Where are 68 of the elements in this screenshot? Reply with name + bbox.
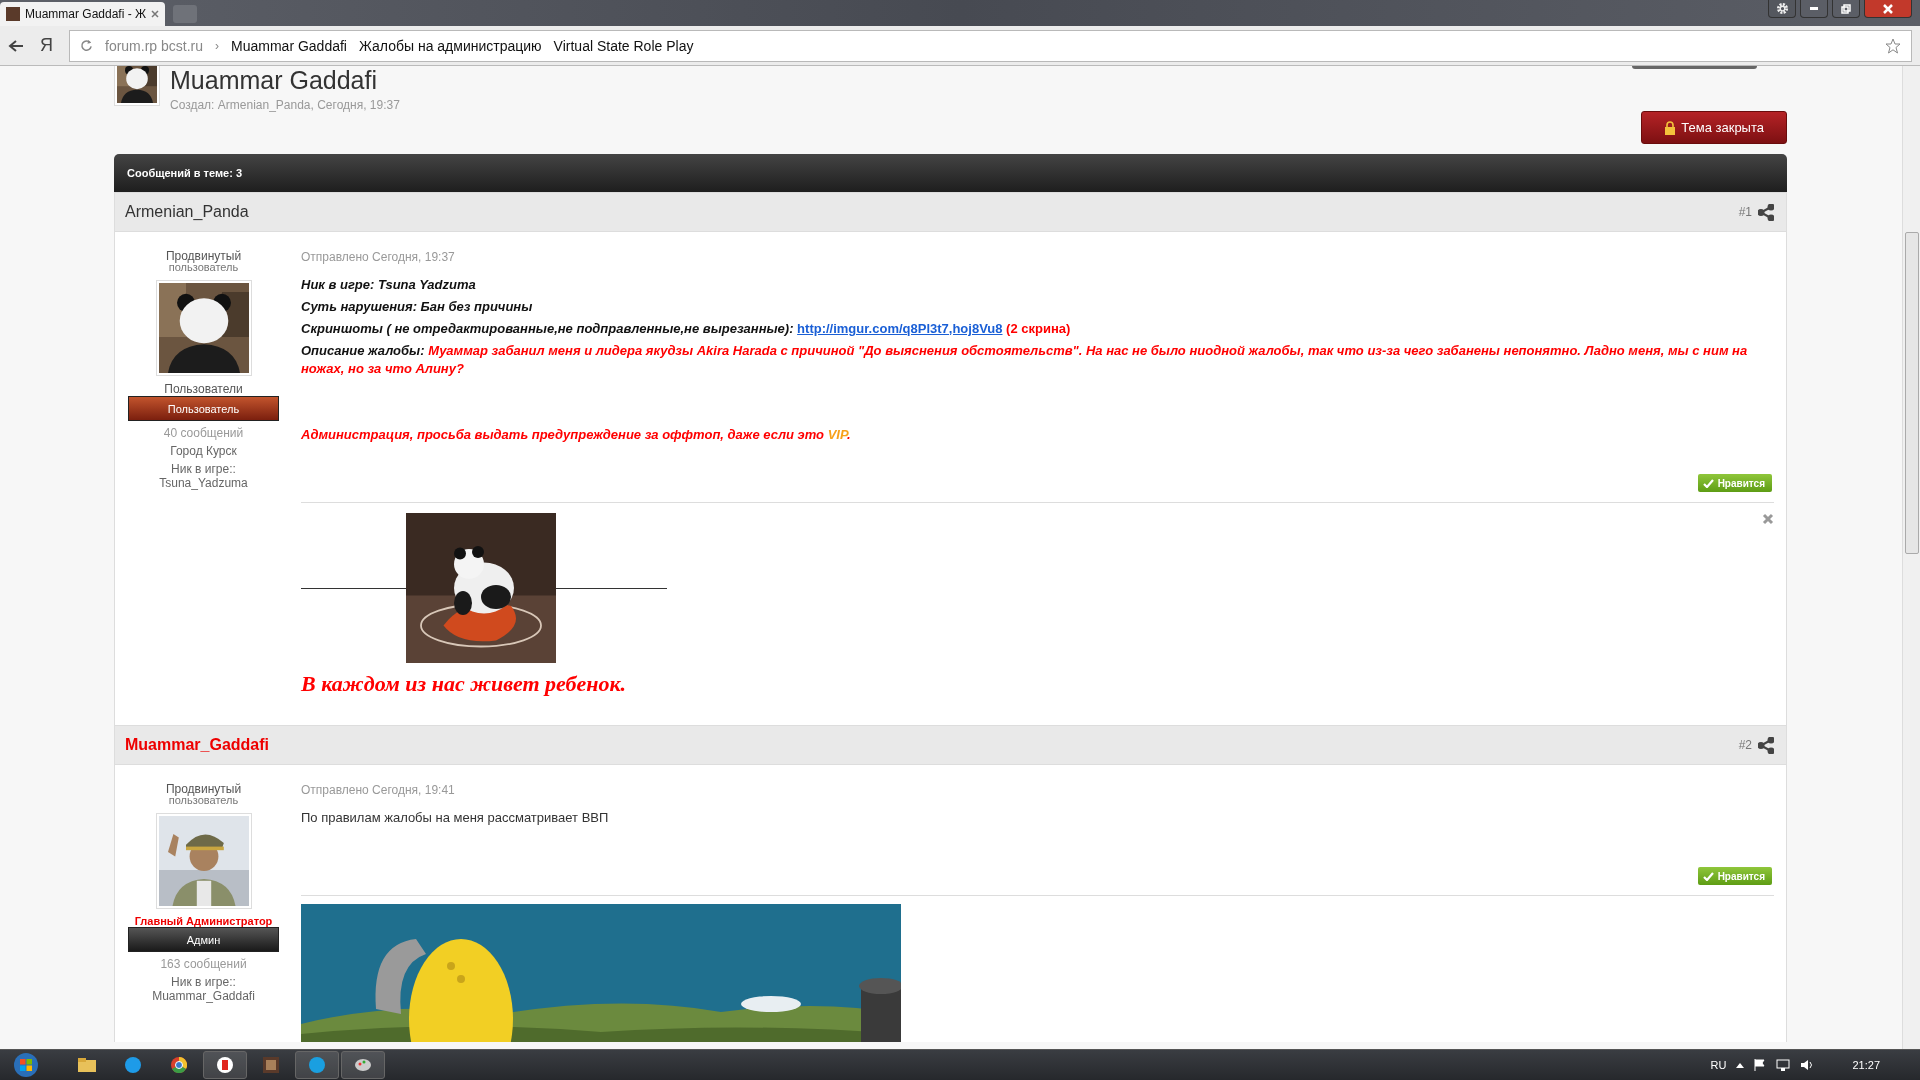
thread-title: Muammar Gaddafi <box>170 66 379 94</box>
author-name[interactable]: Armenian_Panda <box>125 203 249 221</box>
taskbar-button[interactable] <box>203 1051 247 1079</box>
post-number[interactable]: #1 <box>1738 205 1752 219</box>
folder-icon[interactable] <box>78 1058 96 1072</box>
home-button[interactable]: Я <box>34 35 59 56</box>
share-icon[interactable] <box>1758 736 1774 754</box>
app-icon <box>217 1057 233 1073</box>
star-icon[interactable] <box>1885 37 1901 54</box>
settings-button[interactable] <box>1768 0 1796 18</box>
close-icon <box>1882 3 1894 14</box>
scrollbar[interactable] <box>1902 66 1920 1050</box>
post-text: Администрация, просьба выдать предупреждение за оффтоп, даже если это VIP. <box>301 426 852 444</box>
minimize-icon <box>1810 7 1818 10</box>
screenshot-link[interactable]: http://imgur.com/q8Pl3t7,hoj8Vu8 <box>797 321 1003 336</box>
user-rank: Продвинутый <box>165 783 242 795</box>
message-count: Сообщений в теме: 3 <box>127 167 243 179</box>
check-icon <box>1702 478 1714 488</box>
restore-button[interactable] <box>1832 0 1860 18</box>
post-date: Отправлено Сегодня, 19:41 <box>301 783 456 797</box>
minimize-button[interactable] <box>1800 0 1828 18</box>
user-rank: пользователь <box>168 262 239 273</box>
user-rank: Продвинутый <box>165 250 242 262</box>
speaker-icon[interactable] <box>1800 1059 1815 1071</box>
group-badge: Админ <box>128 927 279 952</box>
up-arrow-icon[interactable] <box>1736 1062 1745 1068</box>
language-indicator[interactable]: RU <box>1710 1059 1727 1071</box>
close-icon[interactable] <box>151 10 159 18</box>
lock-icon <box>1664 120 1677 135</box>
back-icon[interactable] <box>8 38 24 53</box>
author-name[interactable]: Muammar_Gaddafi <box>125 736 270 754</box>
app-icon[interactable] <box>125 1057 141 1073</box>
user-group: Главный Администратор <box>134 915 273 927</box>
app-icon <box>309 1057 325 1073</box>
post-number[interactable]: #2 <box>1738 738 1752 752</box>
message-count: 40 сообщений <box>163 426 244 440</box>
post-text: Суть нарушения: Бан без причины <box>301 298 534 316</box>
close-icon[interactable] <box>1762 513 1774 525</box>
profile-field: Ник в игре:: Muammar_Gaddafi <box>133 975 274 1003</box>
browser-tab[interactable]: Muammar Gaddafi - Ж <box>0 2 165 26</box>
restore-icon <box>1841 3 1851 14</box>
signature-text: В каждом из нас живет ребенок. <box>301 671 628 698</box>
clock[interactable]: 21:27 <box>1852 1059 1880 1071</box>
picture-icon[interactable] <box>263 1057 279 1073</box>
message-count: 163 сообщений <box>160 957 247 971</box>
browser-icon[interactable] <box>171 1057 187 1073</box>
post-text: По правилам жалобы на меня рассматривает ВВП <box>301 809 610 827</box>
profile-field: Город Курск <box>133 444 274 458</box>
gear-icon <box>1775 2 1789 15</box>
share-icon[interactable] <box>1758 203 1774 221</box>
thread-meta: Создал: Armenian_Panda, Сегодня, 19:37 <box>170 98 400 112</box>
post-text: Описание жалобы: Муаммар забанил меня и лидера якудзы Akira Harada с причиной "До выяснения обстоятельств". На нас не было ниодной жалобы, так что из-за чего забанены непонятно. Ладно меня, мы с ним на ножах, но за что Алину? <box>301 342 1749 378</box>
post-text: Скриншоты ( не отредактированные,не подправленные,не вырезанные): http://imgur.com/q8Pl3t7,hoj8Vu8 (2 скрина) <box>301 320 1072 338</box>
thread-closed-button[interactable]: Тема закрыта <box>1641 111 1787 144</box>
flag-icon[interactable] <box>1754 1059 1767 1071</box>
post-date: Отправлено Сегодня, 19:37 <box>301 250 456 264</box>
close-button[interactable] <box>1864 0 1912 18</box>
user-group: Пользователи <box>164 382 243 396</box>
check-icon <box>1702 871 1714 881</box>
taskbar-button[interactable] <box>341 1051 385 1079</box>
address-bar[interactable]: forum.rp bcst.ru › Muammar Gaddafi Жалобы на администрацию Virtual State Role Play <box>69 29 1912 62</box>
reload-icon[interactable] <box>80 39 93 52</box>
profile-field: Ник в игре:: Tsuna_Yadzuma <box>133 462 274 490</box>
palette-icon <box>355 1057 371 1073</box>
user-rank: пользователь <box>168 795 239 806</box>
post-text: Ник в игре: Tsuna Yadzuma <box>301 276 477 294</box>
network-icon[interactable] <box>1776 1059 1791 1071</box>
group-badge: Пользователь <box>128 396 279 421</box>
